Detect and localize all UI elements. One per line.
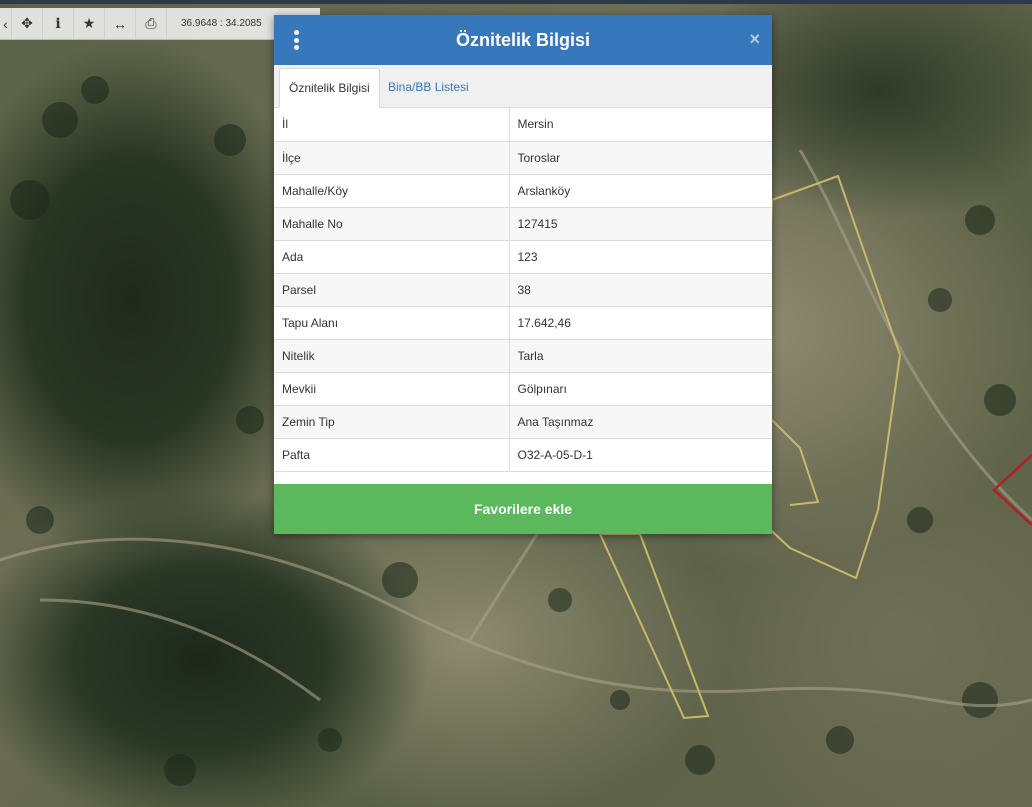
table-row: Mahalle/Köy Arslanköy (274, 174, 772, 208)
attribute-value: Tarla (509, 339, 772, 373)
attribute-key: Zemin Tip (274, 405, 510, 439)
dialog-header: Öznitelik Bilgisi × (274, 15, 772, 65)
print-icon[interactable]: ⎙ (136, 8, 167, 39)
attribute-value: Toroslar (509, 141, 772, 175)
attribute-value: 123 (509, 240, 772, 274)
table-row: Ada 123 (274, 240, 772, 274)
table-row: İlçe Toroslar (274, 141, 772, 175)
tab-attribute-info[interactable]: Öznitelik Bilgisi (279, 68, 380, 108)
attribute-key: Mahalle No (274, 207, 510, 241)
table-row: Nitelik Tarla (274, 339, 772, 373)
measure-icon[interactable]: ↔ (105, 8, 136, 39)
attribute-key: Ada (274, 240, 510, 274)
table-row: Zemin Tip Ana Taşınmaz (274, 405, 772, 439)
attribute-table: İl Mersin İlçe Toroslar Mahalle/Köy Arslanköy… (274, 108, 772, 472)
chevron-left-icon[interactable]: ‹ (0, 8, 12, 39)
map-toolbar: ‹ ✥ i ★ ↔ ⎙ 36.9648 : 34.2085 (0, 8, 320, 40)
attribute-dialog: Öznitelik Bilgisi × Öznitelik Bilgisi Bi… (274, 15, 772, 534)
attribute-value: Mersin (509, 108, 772, 142)
attribute-value: 127415 (509, 207, 772, 241)
dialog-tabs: Öznitelik Bilgisi Bina/BB Listesi (274, 65, 772, 108)
attribute-key: Parsel (274, 273, 510, 307)
attribute-key: İl (274, 108, 510, 142)
attribute-value: 38 (509, 273, 772, 307)
move-icon[interactable]: ✥ (12, 8, 43, 39)
attribute-value: O32-A-05-D-1 (509, 438, 772, 472)
attribute-key: Mahalle/Köy (274, 174, 510, 208)
table-row: İl Mersin (274, 108, 772, 142)
attribute-key: Tapu Alanı (274, 306, 510, 340)
star-icon[interactable]: ★ (74, 8, 105, 39)
table-row: Pafta O32-A-05-D-1 (274, 438, 772, 472)
attribute-key: Nitelik (274, 339, 510, 373)
table-row: Tapu Alanı 17.642,46 (274, 306, 772, 340)
attribute-key: Pafta (274, 438, 510, 472)
info-icon[interactable]: i (43, 8, 74, 39)
tab-building-list[interactable]: Bina/BB Listesi (379, 68, 478, 106)
coordinate-readout: 36.9648 : 34.2085 (181, 18, 262, 29)
parcel-outline (758, 174, 902, 580)
attribute-key: Mevkii (274, 372, 510, 406)
attribute-value: Gölpınarı (509, 372, 772, 406)
add-to-favorites-button[interactable]: Favorilere ekle (274, 484, 772, 534)
kebab-menu-icon[interactable] (292, 30, 300, 50)
table-row: Parsel 38 (274, 273, 772, 307)
close-icon[interactable]: × (749, 29, 760, 50)
attribute-value: 17.642,46 (509, 306, 772, 340)
top-strip (0, 0, 1032, 4)
attribute-value: Arslanköy (509, 174, 772, 208)
table-row: Mahalle No 127415 (274, 207, 772, 241)
attribute-value: Ana Taşınmaz (509, 405, 772, 439)
dialog-title: Öznitelik Bilgisi (455, 29, 591, 50)
table-row: Mevkii Gölpınarı (274, 372, 772, 406)
attribute-key: İlçe (274, 141, 510, 175)
